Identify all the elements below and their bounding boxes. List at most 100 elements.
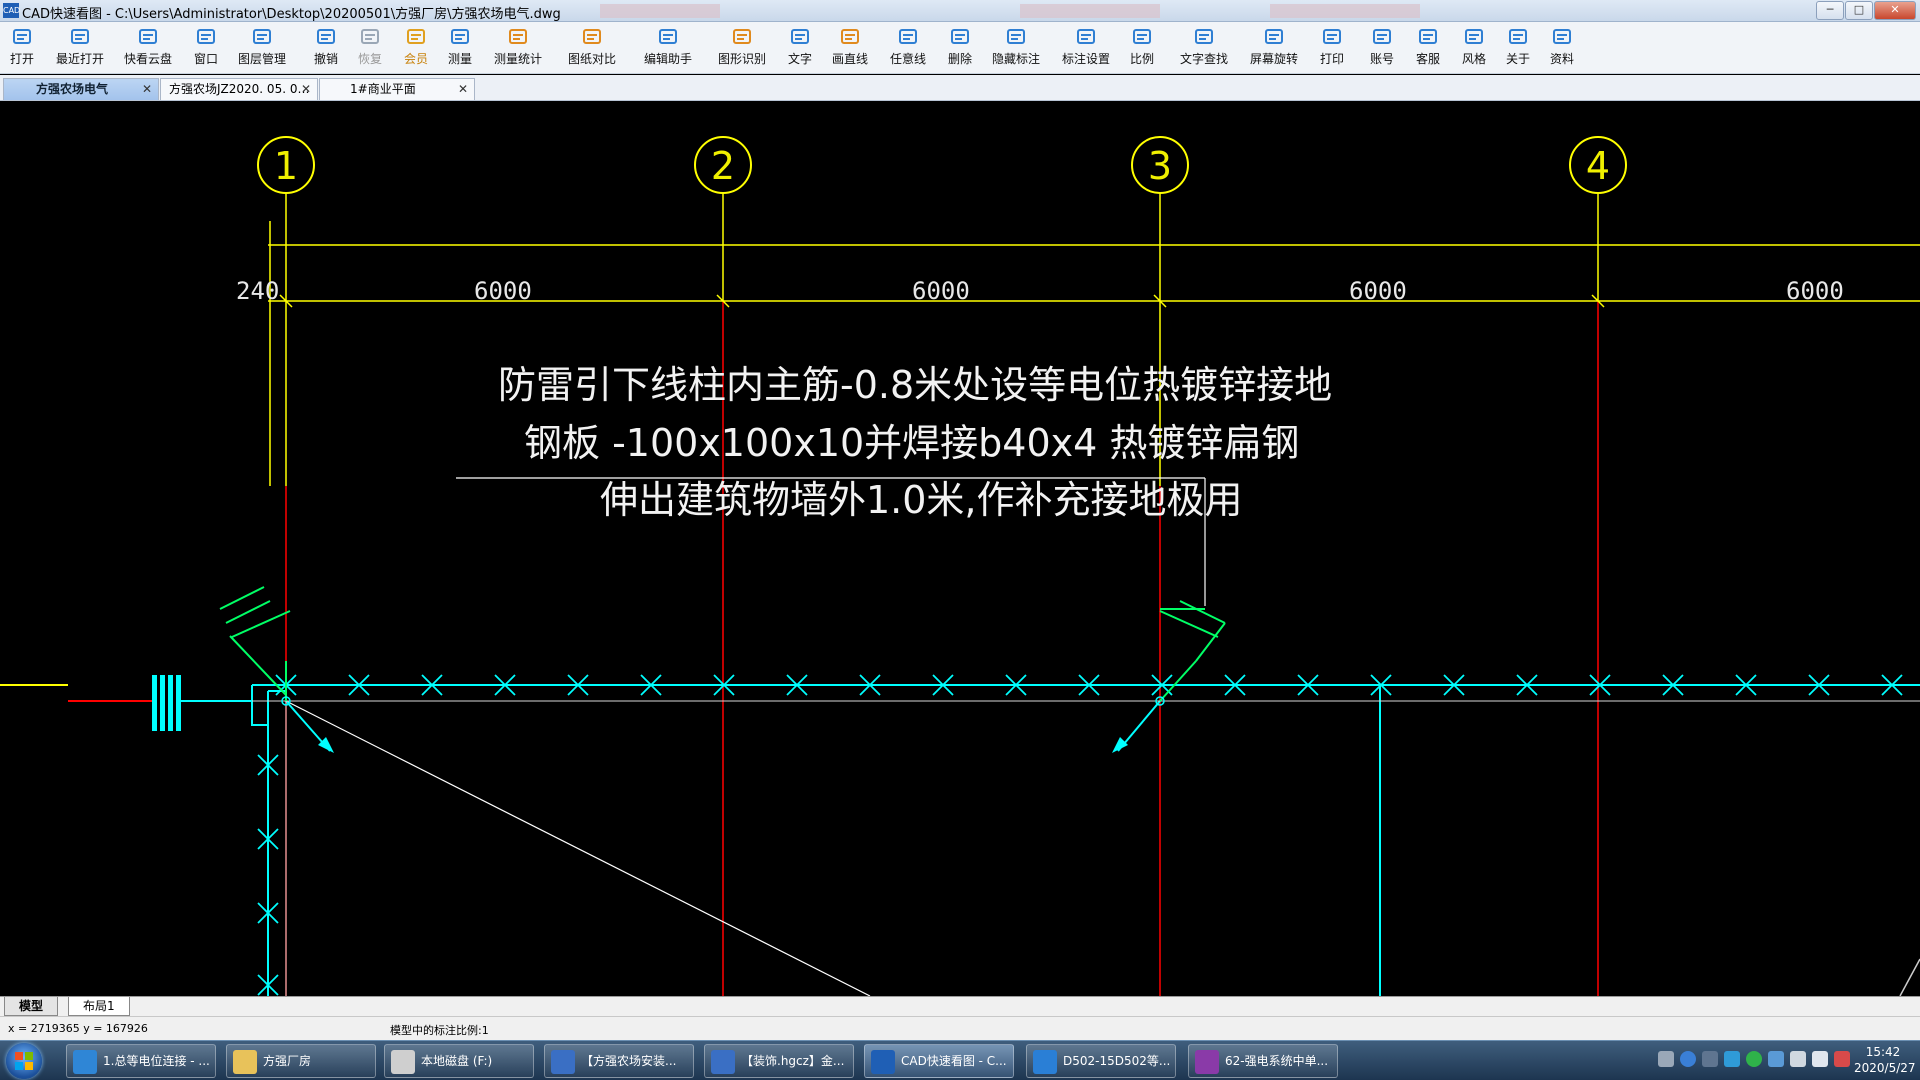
start-button[interactable] xyxy=(6,1043,42,1079)
taskbar-item-7[interactable]: 62-强电系统中单... xyxy=(1188,1044,1338,1078)
toolbar-button-12[interactable]: 图形识别 xyxy=(712,26,772,67)
doc-icon xyxy=(551,1050,575,1074)
toolbar-button-19[interactable]: 比例 xyxy=(1112,26,1172,67)
pen-icon xyxy=(899,29,917,44)
security-icon[interactable] xyxy=(1834,1051,1850,1067)
windows-taskbar: 1.总等电位连接 - ... 方强厂房 本地磁盘 (F:) 【方强农场安装... 【装饰… xyxy=(0,1040,1920,1080)
layout-tab-bar: 模型 布局1 xyxy=(0,996,1920,1016)
toolbar-button-label: 客服 xyxy=(1415,52,1440,66)
toolbar-button-2[interactable]: 快看云盘 xyxy=(118,26,178,67)
taskbar-clock[interactable]: 15:42 2020/5/27 xyxy=(1854,1044,1916,1076)
toolbar-button-16[interactable]: 删除 xyxy=(930,26,990,67)
taskbar-item-label: D502-15D502等... xyxy=(1063,1054,1171,1068)
toolbar-button-3[interactable]: 窗口 xyxy=(176,26,236,67)
layout-tab-model[interactable]: 模型 xyxy=(4,997,59,1016)
ground-plate-symbol-1 xyxy=(219,586,291,701)
wechat-icon[interactable] xyxy=(1746,1051,1762,1067)
toolbar-button-label: 会员 xyxy=(403,52,428,66)
taskbar-item-5[interactable]: CAD快速看图 - C... xyxy=(864,1044,1014,1078)
document-tab-bar: 方强农场电气 ✕ 方强农场JZ2020. 05. 0… ✕ 1#商业平面 ✕ xyxy=(0,75,1920,101)
dropbox-icon[interactable] xyxy=(1724,1051,1740,1067)
compare-icon xyxy=(583,29,601,44)
toolbar-button-label: 窗口 xyxy=(193,52,218,66)
style-icon xyxy=(1465,29,1483,44)
help-icon[interactable] xyxy=(1680,1051,1696,1067)
toolbar-button-label: 标注设置 xyxy=(1061,52,1110,66)
folder-open-icon xyxy=(13,29,31,44)
tab-commercial-plan[interactable]: 1#商业平面 ✕ xyxy=(319,78,475,100)
toolbar-button-0[interactable]: 打开 xyxy=(0,26,52,67)
toolbar-button-20[interactable]: 文字查找 xyxy=(1174,26,1234,67)
toolbar-button-11[interactable]: 编辑助手 xyxy=(638,26,698,67)
toolbar-button-17[interactable]: 隐藏标注 xyxy=(986,26,1046,67)
folder-icon xyxy=(233,1050,257,1074)
title-bar: CAD CAD快速看图 - C:\Users\Administrator\Des… xyxy=(0,0,1920,22)
tab-fangqiang-jz[interactable]: 方强农场JZ2020. 05. 0… ✕ xyxy=(160,78,318,100)
toolbar-button-10[interactable]: 图纸对比 xyxy=(562,26,622,67)
display-icon[interactable] xyxy=(1790,1051,1806,1067)
toolbar-button-label: 测量统计 xyxy=(493,52,542,66)
ground-wire xyxy=(251,684,1920,996)
pdf-reader-icon xyxy=(1033,1050,1057,1074)
close-button[interactable]: ✕ xyxy=(1874,1,1916,20)
toolbar-button-9[interactable]: 测量统计 xyxy=(488,26,548,67)
taskbar-item-0[interactable]: 1.总等电位连接 - ... xyxy=(66,1044,216,1078)
tab-fangqiang-electrical[interactable]: 方强农场电气 ✕ xyxy=(3,78,159,100)
network-icon[interactable] xyxy=(1768,1051,1784,1067)
toolbar-button-27[interactable]: 资料 xyxy=(1532,26,1592,67)
dimension-240: 240 xyxy=(236,277,279,305)
dimension-6000: 6000 xyxy=(1786,277,1844,305)
cad-drawing[interactable]: 1 2 3 4 240 6000 6000 6000 6000 防雷引下线柱内主… xyxy=(0,101,1920,996)
tab-close-icon[interactable]: ✕ xyxy=(301,79,311,99)
toolbar-button-label: 测量 xyxy=(447,52,472,66)
axis-label-1: 1 xyxy=(274,144,298,188)
toolbar-button-14[interactable]: 画直线 xyxy=(820,26,880,67)
measure-stats-icon xyxy=(509,29,527,44)
axis-bubble-3: 3 xyxy=(1131,136,1189,194)
taskbar-item-2[interactable]: 本地磁盘 (F:) xyxy=(384,1044,534,1078)
eraser-icon xyxy=(951,29,969,44)
tab-label: 方强农场JZ2020. 05. 0… xyxy=(169,82,310,96)
vip-icon xyxy=(407,29,425,44)
toolbar-button-1[interactable]: 最近打开 xyxy=(50,26,110,67)
taskbar-item-6[interactable]: D502-15D502等... xyxy=(1026,1044,1176,1078)
volume-icon[interactable] xyxy=(1812,1051,1828,1067)
note-line-1: 防雷引下线柱内主筋-0.8米处设等电位热镀锌接地 xyxy=(498,363,1332,407)
title-bar-overlay xyxy=(1020,4,1160,18)
user-icon xyxy=(1373,29,1391,44)
toolbar-button-18[interactable]: 标注设置 xyxy=(1056,26,1116,67)
taskbar-item-1[interactable]: 方强厂房 xyxy=(226,1044,376,1078)
toolbar-button-label: 打印 xyxy=(1319,52,1344,66)
tab-close-icon[interactable]: ✕ xyxy=(458,79,468,99)
incoming-line xyxy=(0,684,252,702)
cursor-coordinates: x = 2719365 y = 167926 xyxy=(8,1022,148,1035)
taskbar-item-4[interactable]: 【装饰.hgcz】金... xyxy=(704,1044,854,1078)
taskbar-item-label: 【方强农场安装... xyxy=(581,1054,677,1068)
toolbar-button-label: 恢复 xyxy=(357,52,382,66)
tray-expand-icon[interactable] xyxy=(1702,1051,1718,1067)
system-tray xyxy=(1658,1051,1850,1067)
minimize-button[interactable]: ─ xyxy=(1816,1,1844,20)
taskbar-item-label: CAD快速看图 - C... xyxy=(901,1054,1007,1068)
axis-bubble-1: 1 xyxy=(257,136,315,194)
tab-label: 方强农场电气 xyxy=(36,82,109,96)
drawing-canvas[interactable]: 1 2 3 4 240 6000 6000 6000 6000 防雷引下线柱内主… xyxy=(0,101,1920,996)
axis-bubble-4: 4 xyxy=(1569,136,1627,194)
toolbar-button-label: 图纸对比 xyxy=(567,52,616,66)
maximize-button[interactable]: □ xyxy=(1845,1,1873,20)
toolbar-button-21[interactable]: 屏幕旋转 xyxy=(1244,26,1304,67)
toolbar-button-4[interactable]: 图层管理 xyxy=(232,26,292,67)
taskbar-item-label: 1.总等电位连接 - ... xyxy=(103,1054,210,1068)
browser-icon xyxy=(73,1050,97,1074)
shape-recognize-icon xyxy=(733,29,751,44)
annotation-scale: 模型中的标注比例:1 xyxy=(390,1024,489,1037)
toolbar-button-8[interactable]: 测量 xyxy=(430,26,490,67)
taskbar-item-3[interactable]: 【方强农场安装... xyxy=(544,1044,694,1078)
layout-tab-layout1[interactable]: 布局1 xyxy=(68,997,130,1016)
note-line-3: 伸出建筑物墙外1.0米,作补充接地极用 xyxy=(600,478,1243,522)
toolbar-button-15[interactable]: 任意线 xyxy=(878,26,938,67)
tab-close-icon[interactable]: ✕ xyxy=(142,79,152,99)
dimension-6000: 6000 xyxy=(474,277,532,305)
toolbar-button-label: 最近打开 xyxy=(55,52,104,66)
keyboard-icon[interactable] xyxy=(1658,1051,1674,1067)
